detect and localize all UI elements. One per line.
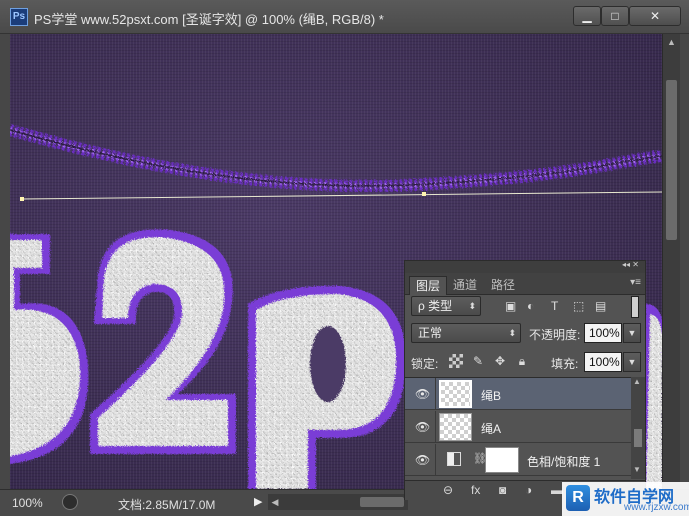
- opacity-label: 不透明度:: [529, 328, 581, 342]
- filter-kind-label: ρ 类型: [418, 299, 453, 313]
- scroll-down-icon[interactable]: ▼: [633, 465, 641, 474]
- layer-row[interactable]: 👁︎ ⛓︎ 色相/饱和度 1: [405, 444, 631, 476]
- layer-row[interactable]: 👁︎ 绳B: [405, 378, 631, 410]
- collapse-panel-icon[interactable]: ◂◂ ✕: [622, 260, 639, 269]
- visibility-eye-icon[interactable]: 👁︎: [415, 453, 430, 467]
- panel-tabs: 图层 通道 路径 ▾≡: [405, 273, 645, 295]
- photoshop-window: Ps PS学堂 www.52psxt.com [圣诞字效] @ 100% (绳B…: [0, 0, 689, 516]
- layers-panel: ◂◂ ✕ 图层 通道 路径 ▾≡ ρ 类型 ⬍ ▣ ◐ T ⬚ ▤ 正常 ⬍ 不…: [404, 260, 646, 500]
- layer-list: 👁︎ 绳B 👁︎ 绳A 👁︎ ⛓︎ 色相/饱和度 1: [405, 377, 631, 479]
- visibility-eye-icon[interactable]: 👁︎: [415, 420, 430, 434]
- status-menu-arrow-icon[interactable]: ▶: [254, 495, 262, 508]
- scroll-thumb[interactable]: [360, 497, 404, 507]
- tab-channels[interactable]: 通道: [447, 276, 483, 295]
- layer-filter-select[interactable]: ρ 类型 ⬍: [411, 296, 481, 316]
- opacity-input[interactable]: 100%: [584, 323, 622, 343]
- scroll-left-icon[interactable]: ◀: [268, 494, 282, 510]
- tab-paths[interactable]: 路径: [485, 276, 521, 295]
- add-mask-icon[interactable]: ◙: [499, 483, 506, 497]
- layer-mask-thumbnail[interactable]: [485, 447, 519, 473]
- blend-mode-value: 正常: [418, 326, 443, 340]
- rope-garland: [10, 124, 662, 192]
- path-guide: [20, 191, 662, 201]
- opacity-slider-button[interactable]: ▼: [623, 323, 641, 343]
- layer-name[interactable]: 绳B: [481, 387, 501, 404]
- scroll-up-icon[interactable]: ▲: [663, 34, 680, 50]
- scroll-up-icon[interactable]: ▲: [633, 377, 641, 386]
- chevron-down-icon: ⬍: [468, 301, 476, 311]
- proof-icon[interactable]: [62, 494, 78, 510]
- lock-all-icon[interactable]: 🔒︎: [515, 354, 529, 368]
- horizontal-scrollbar[interactable]: ◀: [268, 494, 408, 510]
- fx-icon[interactable]: fx: [471, 483, 480, 497]
- fill-input[interactable]: 100%: [584, 352, 622, 372]
- adjustment-filter-icon[interactable]: ◐: [527, 299, 534, 313]
- watermark-logo-icon: R: [566, 485, 590, 511]
- fill-slider-button[interactable]: ▼: [623, 352, 641, 372]
- minimize-button[interactable]: ▁: [573, 6, 601, 26]
- layer-thumbnail: [439, 413, 472, 441]
- document-title: PS学堂 www.52psxt.com [圣诞字效] @ 100% (绳B, R…: [34, 12, 384, 27]
- filter-toggle[interactable]: [631, 296, 639, 318]
- smart-object-filter-icon[interactable]: ▤: [595, 299, 606, 313]
- layer-thumbnail: [439, 380, 472, 408]
- visibility-eye-icon[interactable]: 👁︎: [415, 387, 430, 401]
- close-button[interactable]: ✕: [629, 6, 681, 26]
- link-layers-icon[interactable]: ⊖: [443, 483, 453, 497]
- lock-label: 锁定:: [411, 357, 439, 371]
- maximize-button[interactable]: □: [601, 6, 629, 26]
- filter-icons: ▣ ◐ T ⬚ ▤: [499, 297, 619, 317]
- lock-image-brush-icon[interactable]: ✎: [471, 354, 485, 368]
- layers-scrollbar[interactable]: ▲ ▼: [631, 377, 645, 479]
- title-bar: Ps PS学堂 www.52psxt.com [圣诞字效] @ 100% (绳B…: [0, 0, 689, 34]
- watermark-url: www.rjzxw.com: [624, 502, 689, 513]
- chevron-down-icon: ⬍: [508, 328, 516, 338]
- adjustment-layer-icon: [447, 452, 461, 466]
- scroll-thumb[interactable]: [634, 429, 642, 447]
- type-filter-icon[interactable]: T: [551, 299, 558, 313]
- panel-header[interactable]: ◂◂ ✕: [405, 260, 645, 273]
- image-filter-icon[interactable]: ▣: [505, 299, 516, 313]
- shape-filter-icon[interactable]: ⬚: [573, 299, 584, 313]
- site-watermark: R 软件自学网 www.rjzxw.com: [562, 482, 689, 516]
- layer-name[interactable]: 绳A: [481, 420, 501, 437]
- layer-row[interactable]: 👁︎ 绳A: [405, 411, 631, 443]
- vertical-scrollbar[interactable]: ▲: [662, 34, 680, 489]
- photoshop-logo-icon: Ps: [10, 8, 28, 26]
- document-size: 文档:2.85M/17.0M: [118, 498, 216, 512]
- new-adjustment-icon[interactable]: ◑: [525, 483, 532, 497]
- tab-layers[interactable]: 图层: [409, 276, 448, 295]
- lock-transparent-icon[interactable]: [449, 354, 463, 368]
- layer-name[interactable]: 色相/饱和度 1: [527, 453, 600, 470]
- zoom-level[interactable]: 100%: [12, 496, 43, 510]
- panel-menu-icon[interactable]: ▾≡: [630, 277, 641, 288]
- scroll-thumb[interactable]: [666, 80, 677, 240]
- lock-position-move-icon[interactable]: ✥: [493, 354, 507, 368]
- fill-label: 填充:: [551, 357, 579, 371]
- blend-mode-select[interactable]: 正常 ⬍: [411, 323, 521, 343]
